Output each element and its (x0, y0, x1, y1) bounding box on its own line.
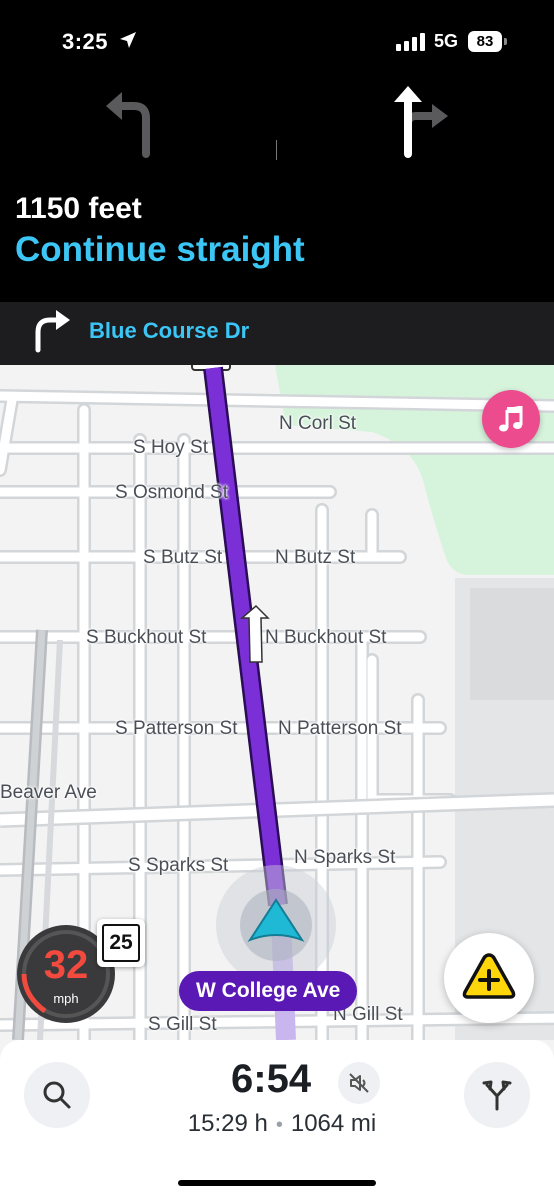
route-fork-icon (482, 1080, 512, 1111)
battery-icon: 83 (468, 31, 508, 52)
lane-turn-left-icon (106, 92, 150, 158)
lane-straight-right-icon (394, 86, 448, 158)
street-label: S Osmond St (115, 482, 228, 503)
cellular-signal-icon (396, 33, 425, 51)
street-label: Beaver Ave (0, 782, 97, 803)
speed-limit-value: 25 (102, 924, 140, 962)
status-bar: 3:25 5G 83 (0, 0, 554, 80)
battery-level: 83 (468, 31, 502, 52)
music-button[interactable] (482, 390, 540, 448)
instruction-text: Continue straight (15, 230, 305, 269)
street-label: N Butz St (275, 547, 356, 568)
street-label: S Patterson St (115, 718, 238, 739)
home-indicator[interactable] (178, 1180, 376, 1186)
current-street-pill: W College Ave (179, 971, 358, 1011)
trip-duration: 15:29 h (187, 1110, 268, 1137)
street-label: N Buckhout St (265, 627, 387, 648)
location-arrow-icon (120, 32, 136, 48)
report-hazard-icon (462, 953, 516, 999)
sound-off-icon (349, 1073, 369, 1093)
report-button[interactable] (444, 933, 534, 1023)
music-note-icon (499, 406, 523, 432)
status-time: 3:25 (62, 29, 109, 54)
street-label: S Butz St (143, 547, 223, 568)
speed-unit: mph (53, 991, 79, 1006)
mute-button[interactable] (338, 1062, 380, 1104)
routes-button[interactable] (464, 1062, 530, 1128)
trip-distance: 1064 mi (290, 1110, 377, 1137)
separator-dot: • (275, 1114, 283, 1136)
street-label: S Buckhout St (86, 627, 207, 648)
trip-panel: 6:54 15:29 h • 1064 mi (0, 1040, 554, 1200)
eta-time: 6:54 (231, 1057, 312, 1101)
street-label: S Sparks St (128, 855, 229, 876)
street-label: N Sparks St (294, 847, 396, 868)
distance-to-maneuver: 1150 feet (15, 192, 142, 225)
turn-right-icon (35, 310, 70, 353)
lane-divider (276, 140, 277, 160)
street-label: N Corl St (279, 413, 357, 434)
next-turn-bar[interactable] (0, 302, 554, 365)
street-label: S Hoy St (133, 437, 208, 458)
street-label: N Patterson St (278, 718, 402, 739)
search-icon (43, 1081, 71, 1109)
building-block (470, 588, 554, 700)
navigation-header: 3:25 5G 83 1150 feet Continue straight (0, 0, 554, 302)
street-label: S Gill St (148, 1014, 217, 1035)
network-type: 5G (434, 31, 459, 51)
next-street-name: Blue Course Dr (89, 318, 250, 343)
speed-limit-sign: 25 (97, 919, 145, 967)
